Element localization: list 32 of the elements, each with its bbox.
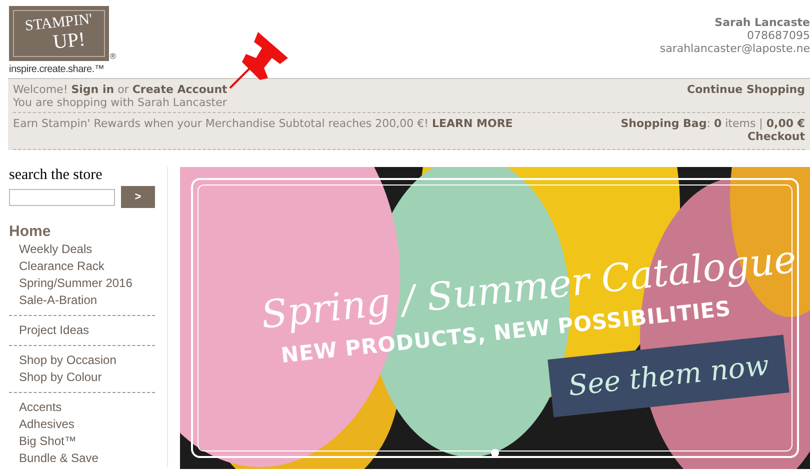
search-button[interactable]: > bbox=[121, 186, 155, 208]
category-link[interactable]: Clearance Rack bbox=[9, 258, 155, 275]
category-link[interactable]: Project Ideas bbox=[9, 322, 155, 339]
promo-banner[interactable]: Spring / Summer Catalogue NEW PRODUCTS, NEW POSSIBILITIES See them now bbox=[180, 167, 810, 469]
learn-more-link[interactable]: LEARN MORE bbox=[432, 117, 513, 130]
contact-email: sarahlancaster@laposte.ne bbox=[660, 42, 810, 55]
category-link[interactable]: Adhesives bbox=[9, 416, 155, 433]
category-link[interactable]: Shop by Occasion bbox=[9, 352, 155, 369]
home-link[interactable]: Home bbox=[9, 223, 155, 241]
sign-in-link[interactable]: Sign in bbox=[71, 83, 114, 96]
category-link[interactable]: Weekly Deals bbox=[9, 241, 155, 258]
logo-wordmark: UP! bbox=[52, 29, 86, 53]
contact-name: Sarah Lancaste bbox=[714, 16, 810, 29]
category-link[interactable]: Spring/Summer 2016 bbox=[9, 275, 155, 292]
logo-tagline: inspire.create.share.™ bbox=[9, 63, 106, 77]
search-label: search the store bbox=[9, 167, 104, 184]
category-link[interactable]: Bundle & Save bbox=[9, 450, 155, 467]
shopping-with-text: You are shopping with Sarah Lancaster bbox=[13, 96, 228, 109]
category-link[interactable]: Big Shot™ bbox=[9, 433, 155, 450]
rewards-text: Earn Stampin' Rewards when your Merchandise Subtotal reaches 200,00 €! LEARN MORE bbox=[13, 117, 513, 130]
registered-mark: ® bbox=[109, 53, 117, 61]
search-field[interactable] bbox=[9, 188, 115, 206]
create-account-link[interactable]: Create Account bbox=[132, 83, 228, 96]
logo[interactable]: STAMPIN' UP! bbox=[9, 6, 109, 61]
category-link[interactable]: Sale-A-Bration bbox=[9, 292, 155, 309]
checkout-link[interactable]: Checkout bbox=[747, 130, 805, 143]
shopping-bag-summary: Shopping Bag: 0 items | 0,00 € bbox=[620, 117, 805, 130]
continue-shopping-link[interactable]: Continue Shopping bbox=[687, 83, 805, 96]
category-link[interactable]: Shop by Colour bbox=[9, 369, 155, 386]
category-link[interactable]: Accents bbox=[9, 399, 155, 416]
contact-phone: 078687095 bbox=[747, 29, 810, 42]
welcome-text: Welcome! Sign in or Create Account bbox=[13, 83, 228, 96]
